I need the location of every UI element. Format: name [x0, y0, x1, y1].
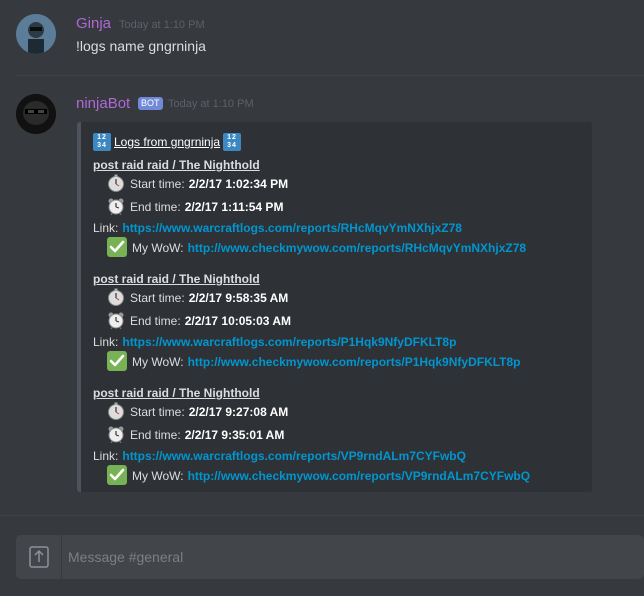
end-time-value: 2/2/17 10:05:03 AM [184, 314, 291, 328]
start-time-label: Start time: [130, 177, 185, 191]
message-input[interactable] [68, 535, 568, 579]
link-label: Link: [93, 335, 119, 349]
message-ninjabot: ninjaBot BOT Today at 1:10 PM 12 34 Logs … [0, 76, 644, 516]
mywow-row: My WoW: http://www.checkmywow.com/report… [107, 350, 521, 374]
warcraftlogs-link[interactable]: https://www.warcraftlogs.com/reports/RHc… [122, 221, 462, 235]
link-row: Link: https://www.warcraftlogs.com/repor… [93, 218, 462, 238]
end-time-row: End time: 2/2/17 10:05:03 AM [107, 311, 291, 331]
start-time-value: 2/2/17 1:02:34 PM [188, 177, 289, 191]
checkmywow-link[interactable]: http://www.checkmywow.com/reports/RHcMqv… [188, 241, 527, 255]
embed-title-text: Logs from gngrninja [114, 135, 221, 149]
input-numbers-icon: 12 34 [93, 133, 111, 151]
mywow-row: My WoW: http://www.checkmywow.com/report… [107, 464, 531, 488]
chat-divider [0, 515, 644, 516]
link-row: Link: https://www.warcraftlogs.com/repor… [93, 446, 466, 466]
mywow-row: My WoW: http://www.checkmywow.com/report… [107, 236, 527, 260]
alarm-clock-icon [107, 425, 125, 446]
username[interactable]: ninjaBot [76, 95, 130, 112]
message-content: !logs name gngrninja [76, 38, 206, 54]
warcraftlogs-link[interactable]: https://www.warcraftlogs.com/reports/VP9… [122, 449, 466, 463]
end-time-row: End time: 2/2/17 1:11:54 PM [107, 197, 283, 217]
upload-icon [28, 546, 49, 568]
upload-button[interactable] [16, 535, 62, 579]
end-time-value: 2/2/17 1:11:54 PM [184, 200, 284, 214]
check-mark-icon [107, 464, 127, 488]
username[interactable]: Ginja [76, 15, 111, 32]
link-row: Link: https://www.warcraftlogs.com/repor… [93, 332, 456, 352]
start-time-row: Start time: 2/2/17 1:02:34 PM [107, 174, 288, 194]
link-label: Link: [93, 449, 119, 463]
start-time-label: Start time: [130, 291, 185, 305]
start-time-row: Start time: 2/2/17 9:27:08 AM [107, 402, 288, 422]
log-heading: post raid raid / The Nighthold [93, 386, 260, 400]
check-mark-icon [107, 236, 127, 260]
checkmywow-link[interactable]: http://www.checkmywow.com/reports/VP9rnd… [188, 469, 531, 483]
mywow-label: My WoW: [132, 355, 184, 369]
alarm-clock-icon [107, 197, 125, 218]
alarm-clock-icon [107, 311, 125, 332]
checkmywow-link[interactable]: http://www.checkmywow.com/reports/P1Hqk9… [188, 355, 521, 369]
timestamp: Today at 1:10 PM [168, 98, 254, 110]
bot-badge: BOT [138, 97, 163, 110]
message-composer [16, 535, 644, 579]
stopwatch-icon [107, 288, 125, 309]
timestamp: Today at 1:10 PM [119, 19, 205, 31]
start-time-value: 2/2/17 9:27:08 AM [188, 405, 289, 419]
end-time-row: End time: 2/2/17 9:35:01 AM [107, 425, 284, 445]
log-heading: post raid raid / The Nighthold [93, 272, 260, 286]
warcraftlogs-link[interactable]: https://www.warcraftlogs.com/reports/P1H… [122, 335, 456, 349]
end-time-value: 2/2/17 9:35:01 AM [184, 428, 285, 442]
end-time-label: End time: [130, 200, 181, 214]
avatar[interactable] [16, 14, 56, 54]
mywow-label: My WoW: [132, 469, 184, 483]
end-time-label: End time: [130, 314, 181, 328]
embed: 12 34 Logs from gngrninja 12 34 post raid … [77, 122, 592, 492]
embed-title: 12 34 Logs from gngrninja 12 34 [93, 132, 242, 152]
start-time-row: Start time: 2/2/17 9:58:35 AM [107, 288, 288, 308]
end-time-label: End time: [130, 428, 181, 442]
start-time-label: Start time: [130, 405, 185, 419]
input-numbers-icon: 12 34 [223, 133, 242, 151]
mywow-label: My WoW: [132, 241, 184, 255]
link-label: Link: [93, 221, 119, 235]
log-heading: post raid raid / The Nighthold [93, 158, 260, 172]
message-ginja: Ginja Today at 1:10 PM !logs name gngrni… [0, 0, 644, 75]
stopwatch-icon [107, 402, 125, 423]
start-time-value: 2/2/17 9:58:35 AM [188, 291, 289, 305]
stopwatch-icon [107, 174, 125, 195]
avatar[interactable] [16, 94, 56, 134]
check-mark-icon [107, 350, 127, 374]
